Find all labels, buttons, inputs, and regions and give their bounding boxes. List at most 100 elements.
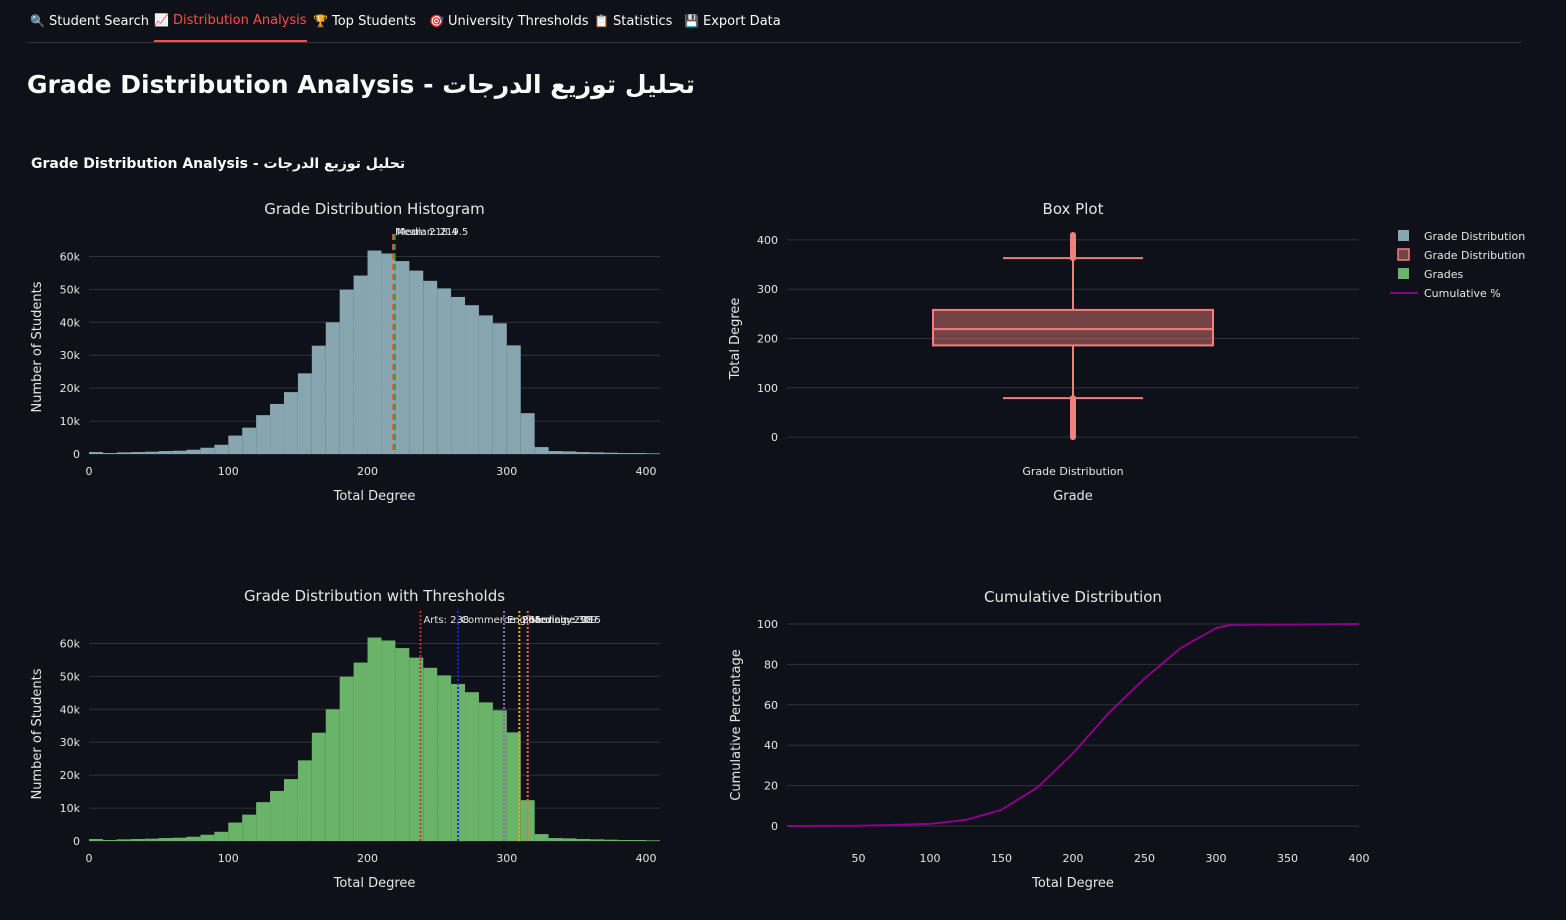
y-tick-label: 80 (764, 658, 778, 671)
legend-label: Cumulative % (1424, 287, 1501, 300)
histogram-bar (144, 451, 159, 454)
legend-swatch (1397, 248, 1410, 261)
plotly-figure[interactable]: Grade Distribution Histogram 0 10k 20k 30k 40… (0, 0, 1566, 920)
histogram-bar (270, 790, 284, 841)
x-tick-label: 0 (86, 852, 93, 865)
x-tick-label: 300 (496, 852, 517, 865)
histogram-bar (395, 261, 410, 454)
histogram-bar (381, 640, 396, 841)
histogram-bar (339, 289, 354, 454)
histogram-bar (283, 779, 298, 841)
histogram-bar (144, 838, 159, 841)
x-tick-label: 350 (1277, 852, 1298, 865)
histogram-bar (130, 452, 145, 454)
x-axis-label: Grade (1053, 489, 1093, 504)
histogram-bar (158, 451, 173, 454)
histogram-bar (506, 345, 521, 454)
histogram-bar (367, 250, 382, 454)
x-tick-label: 50 (852, 852, 866, 865)
x-tick-label: 150 (991, 852, 1012, 865)
histogram-bar (102, 840, 117, 841)
chart-title: Box Plot (1043, 200, 1104, 218)
histogram-bar (158, 838, 173, 841)
histogram-bar (325, 322, 340, 454)
x-tick-label: 400 (636, 852, 657, 865)
histogram-bar (409, 657, 424, 841)
x-tick-label: 100 (218, 852, 239, 865)
legend: Grade Distribution Grade Distribution Grad… (1390, 230, 1525, 300)
y-axis-label: Number of Students (30, 668, 45, 799)
histogram-bar (381, 253, 396, 454)
x-tick-label: 100 (218, 465, 239, 478)
histogram-bar (632, 840, 647, 841)
x-tick-label: 0 (86, 465, 93, 478)
histogram-bar (116, 452, 131, 454)
histogram-bar (437, 288, 452, 454)
y-tick-label: 50k (60, 283, 81, 296)
y-tick-label: 30k (60, 349, 81, 362)
x-tick-label: 300 (496, 465, 517, 478)
histogram-bar (423, 280, 438, 454)
histogram-bar (297, 373, 312, 454)
histogram-bar (618, 453, 633, 454)
y-tick-label: 100 (757, 382, 778, 395)
x-axis-label: Total Degree (1031, 876, 1114, 891)
legend-item[interactable]: Grade Distribution (1397, 248, 1525, 262)
histogram-bar (548, 838, 563, 841)
histogram-bar (478, 315, 493, 454)
y-axis-label: Cumulative Percentage (729, 649, 744, 800)
histogram-bar (297, 760, 312, 841)
histogram-bar (492, 323, 507, 454)
chart-title: Grade Distribution Histogram (264, 200, 485, 218)
histogram-bar (186, 836, 201, 841)
x-axis-label: Total Degree (333, 489, 416, 504)
y-tick-label: 40k (60, 703, 81, 716)
histogram-bar (353, 662, 368, 841)
threshold-label: Medicine: 315 (531, 615, 601, 626)
histogram-bar (534, 447, 549, 454)
x-tick-label: 250 (1134, 852, 1155, 865)
histogram-bar (437, 675, 452, 841)
y-tick-label: 20k (60, 382, 81, 395)
histogram-bar (520, 413, 535, 454)
histogram-bar (465, 692, 479, 841)
histogram-bar (256, 415, 271, 454)
histogram-bar (311, 345, 326, 454)
histogram-bar (172, 837, 187, 841)
legend-item[interactable]: Cumulative % (1390, 287, 1501, 300)
histogram-bar (228, 822, 243, 841)
legend-swatch (1398, 230, 1409, 241)
x-tick-label: 400 (1349, 852, 1370, 865)
y-tick-label: 10k (60, 802, 81, 815)
y-tick-label: 10k (60, 415, 81, 428)
legend-item[interactable]: Grades (1398, 268, 1464, 281)
legend-label: Grade Distribution (1424, 249, 1525, 262)
legend-item[interactable]: Grade Distribution (1398, 230, 1525, 243)
y-tick-label: 40k (60, 316, 81, 329)
histogram-bar (478, 702, 493, 841)
y-tick-label: 400 (757, 234, 778, 247)
subplot-2: Box Plot 0 100 200 300 400 Grade Total Degree Gr… (728, 200, 1359, 504)
y-tick-label: 100 (757, 618, 778, 631)
histogram-bar (409, 270, 424, 454)
histogram-bar (590, 839, 605, 841)
histogram-bar (604, 839, 619, 841)
x-tick-label: 300 (1206, 852, 1227, 865)
x-tick-label: 200 (357, 852, 378, 865)
histogram-bar (395, 648, 410, 841)
histogram-bar (576, 452, 591, 454)
histogram-bar (228, 435, 243, 454)
y-tick-label: 30k (60, 736, 81, 749)
y-axis-label: Number of Students (30, 281, 45, 412)
x-tick-label: Grade Distribution (1022, 465, 1123, 478)
x-tick-label: 200 (1063, 852, 1084, 865)
histogram-bar (172, 450, 187, 454)
cumulative-line (786, 623, 1360, 827)
histogram-bar (353, 275, 368, 454)
x-tick-label: 400 (636, 465, 657, 478)
histogram-bar (646, 453, 660, 454)
histogram-bar (311, 732, 326, 841)
histogram-bar (367, 637, 382, 841)
histogram-bar (590, 452, 605, 454)
median-annotation: Median: 219.5 (397, 227, 469, 238)
